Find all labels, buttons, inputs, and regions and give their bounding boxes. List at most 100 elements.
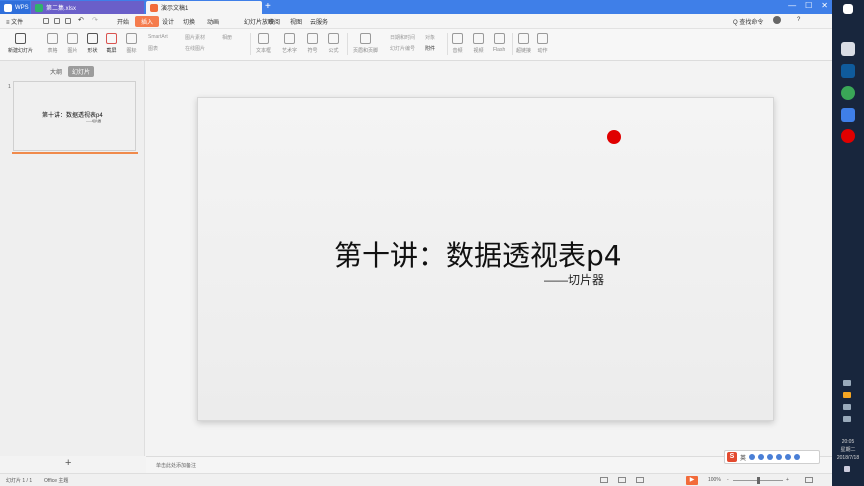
menu-view[interactable]: 视图 <box>290 17 302 26</box>
symbol-icon <box>307 33 318 44</box>
keyboard-icon[interactable] <box>776 454 783 460</box>
picture-button[interactable]: 图片 <box>67 33 78 54</box>
volume-icon[interactable] <box>843 416 851 422</box>
windows-start-icon[interactable] <box>843 4 853 14</box>
menu-review[interactable]: 审阅 <box>268 17 280 26</box>
tab-presentation[interactable]: 演示文稿1 <box>146 1 262 14</box>
online-image-button[interactable]: 在线图片 <box>185 45 205 52</box>
chrome-icon[interactable] <box>841 86 855 100</box>
tab-outline[interactable]: 大纲 <box>50 67 62 76</box>
audio-button[interactable]: 音频 <box>452 33 463 54</box>
menu-animation[interactable]: 动画 <box>207 17 219 26</box>
maximize-button[interactable]: ☐ <box>805 1 812 10</box>
menu-home[interactable]: 开始 <box>117 17 129 26</box>
undo-icon[interactable]: ↶ <box>78 16 84 24</box>
save-icon[interactable] <box>43 18 49 24</box>
flash-button[interactable]: Flash <box>493 33 505 53</box>
zoom-slider-thumb[interactable] <box>757 477 760 484</box>
new-slide-button[interactable]: 新建幻灯片 <box>8 33 33 54</box>
hyperlink-button[interactable]: 超链接 <box>516 33 531 54</box>
header-footer-label: 页眉和页脚 <box>353 48 379 54</box>
clip-art-button[interactable]: 图片素材 <box>185 34 205 41</box>
menu-insert[interactable]: 插入 <box>135 16 160 27</box>
reading-view-icon[interactable] <box>636 477 644 483</box>
normal-view-icon[interactable] <box>600 477 608 483</box>
clock-weekday: 星期二 <box>840 447 856 453</box>
zoom-out-button[interactable]: - <box>727 477 729 483</box>
preview-icon[interactable] <box>65 18 71 24</box>
recorder-icon[interactable] <box>841 129 855 143</box>
network-icon[interactable] <box>843 404 851 410</box>
sogou-logo-icon[interactable]: S <box>727 452 737 462</box>
table-label: 表格 <box>47 48 58 54</box>
menu-transitions[interactable]: 切换 <box>183 17 195 26</box>
search-command[interactable]: Q 查找命令 <box>733 17 763 26</box>
menu-design[interactable]: 设计 <box>162 17 174 26</box>
add-slide-button[interactable]: + <box>65 457 71 469</box>
zoom-in-button[interactable]: + <box>786 477 789 483</box>
calculator-icon[interactable] <box>841 42 855 56</box>
wps-icon[interactable] <box>841 108 855 122</box>
slide-title[interactable]: 第十讲：数据透视表p4 <box>334 234 622 274</box>
shapes-button[interactable]: 形状 <box>87 33 98 54</box>
date-time-button[interactable]: 日期和时间 <box>390 34 415 41</box>
fit-window-icon[interactable] <box>805 477 813 483</box>
help-button[interactable]: ? <box>797 17 800 23</box>
file-menu[interactable]: ≡ 文件 <box>6 17 23 26</box>
shapes-icon <box>87 33 98 44</box>
system-clock[interactable]: 20:05 星期二 2018/7/18 <box>834 438 862 462</box>
zoom-level[interactable]: 100% <box>708 477 721 483</box>
tab-slides[interactable]: 幻灯片 <box>68 66 95 77</box>
text-box-button[interactable]: 文本框 <box>256 33 271 54</box>
new-tab-button[interactable]: + <box>265 1 271 13</box>
attach-button[interactable]: 附件 <box>425 45 435 52</box>
menu-cloud[interactable]: 云服务 <box>310 17 328 26</box>
close-button[interactable]: ✕ <box>821 1 828 10</box>
slide-count: 幻灯片 1 / 1 <box>6 478 33 484</box>
formula-button[interactable]: 公式 <box>328 33 339 54</box>
print-icon[interactable] <box>54 18 60 24</box>
slide-subtitle[interactable]: ——切片器 <box>544 271 604 288</box>
table-button[interactable]: 表格 <box>47 33 58 54</box>
presentation-icon <box>150 3 158 12</box>
icons-icon <box>126 33 137 44</box>
punctuation-icon[interactable] <box>749 454 756 460</box>
tab-spreadsheet[interactable]: 第二集.xlsx <box>31 1 144 14</box>
ime-language[interactable]: 英 <box>740 453 746 462</box>
tab-label: 第二集.xlsx <box>46 6 77 12</box>
tray-arrow-icon[interactable] <box>843 380 851 386</box>
text-box-label: 文本框 <box>256 48 272 54</box>
chart-button[interactable]: 图表 <box>148 45 158 52</box>
slide[interactable]: 第十讲：数据透视表p4 ——切片器 <box>197 97 774 421</box>
desktop-icon[interactable] <box>841 64 855 78</box>
slide-thumbnail[interactable]: 第十讲：数据透视表p4 ——切片器 <box>13 81 136 151</box>
screenshot-button[interactable]: 截屏 <box>106 33 117 54</box>
audio-icon <box>452 33 463 44</box>
spreadsheet-icon <box>35 3 43 12</box>
emoji-icon[interactable] <box>758 454 765 460</box>
album-button[interactable]: 相册 <box>222 34 232 41</box>
object-button[interactable]: 对象 <box>425 34 435 41</box>
symbol-button[interactable]: 符号 <box>307 33 318 54</box>
icons-button[interactable]: 图标 <box>126 33 137 54</box>
toolbox-icon[interactable] <box>794 454 801 460</box>
skin-icon[interactable] <box>785 454 792 460</box>
thumbnail-title: 第十讲：数据透视表p4 <box>42 113 103 119</box>
screenshot-label: 截屏 <box>106 48 117 54</box>
redo-icon[interactable]: ↷ <box>92 16 98 24</box>
minimize-button[interactable]: — <box>788 1 796 10</box>
tab-wps-home[interactable]: WPS <box>0 1 30 14</box>
avatar-icon[interactable] <box>773 16 781 24</box>
art-text-button[interactable]: 艺术字 <box>282 33 297 54</box>
slide-number-button[interactable]: 幻灯片编号 <box>390 45 415 52</box>
smartart-button[interactable]: SmartArt <box>148 34 168 40</box>
header-footer-button[interactable]: 页眉和页脚 <box>353 33 378 54</box>
video-button[interactable]: 视频 <box>473 33 484 54</box>
slide-sorter-icon[interactable] <box>618 477 626 483</box>
action-button[interactable]: 动作 <box>537 33 548 54</box>
tray-app-icon[interactable] <box>843 392 851 398</box>
red-cursor-dot <box>607 130 621 144</box>
play-slideshow-button[interactable]: ▶ <box>686 476 698 485</box>
notification-icon[interactable] <box>844 466 850 472</box>
mic-icon[interactable] <box>767 454 774 460</box>
